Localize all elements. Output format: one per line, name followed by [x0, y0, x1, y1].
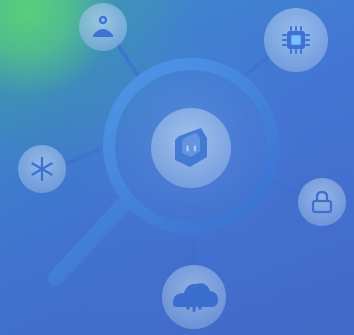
bubble-bottom: [162, 265, 226, 329]
connector-top-left: [116, 43, 143, 82]
bubble-top-right: [264, 8, 328, 72]
bubble-top-left: [79, 3, 127, 51]
illustration-canvas: [0, 0, 354, 335]
bubble-left: [18, 145, 66, 193]
magnifier-group: [48, 58, 279, 286]
connector-left: [66, 148, 100, 165]
bubble-right: [298, 178, 346, 226]
connector-right: [273, 181, 301, 194]
connector-top-right: [243, 56, 269, 77]
magnifier-handle: [48, 194, 134, 286]
security-illustration: [18, 3, 346, 329]
